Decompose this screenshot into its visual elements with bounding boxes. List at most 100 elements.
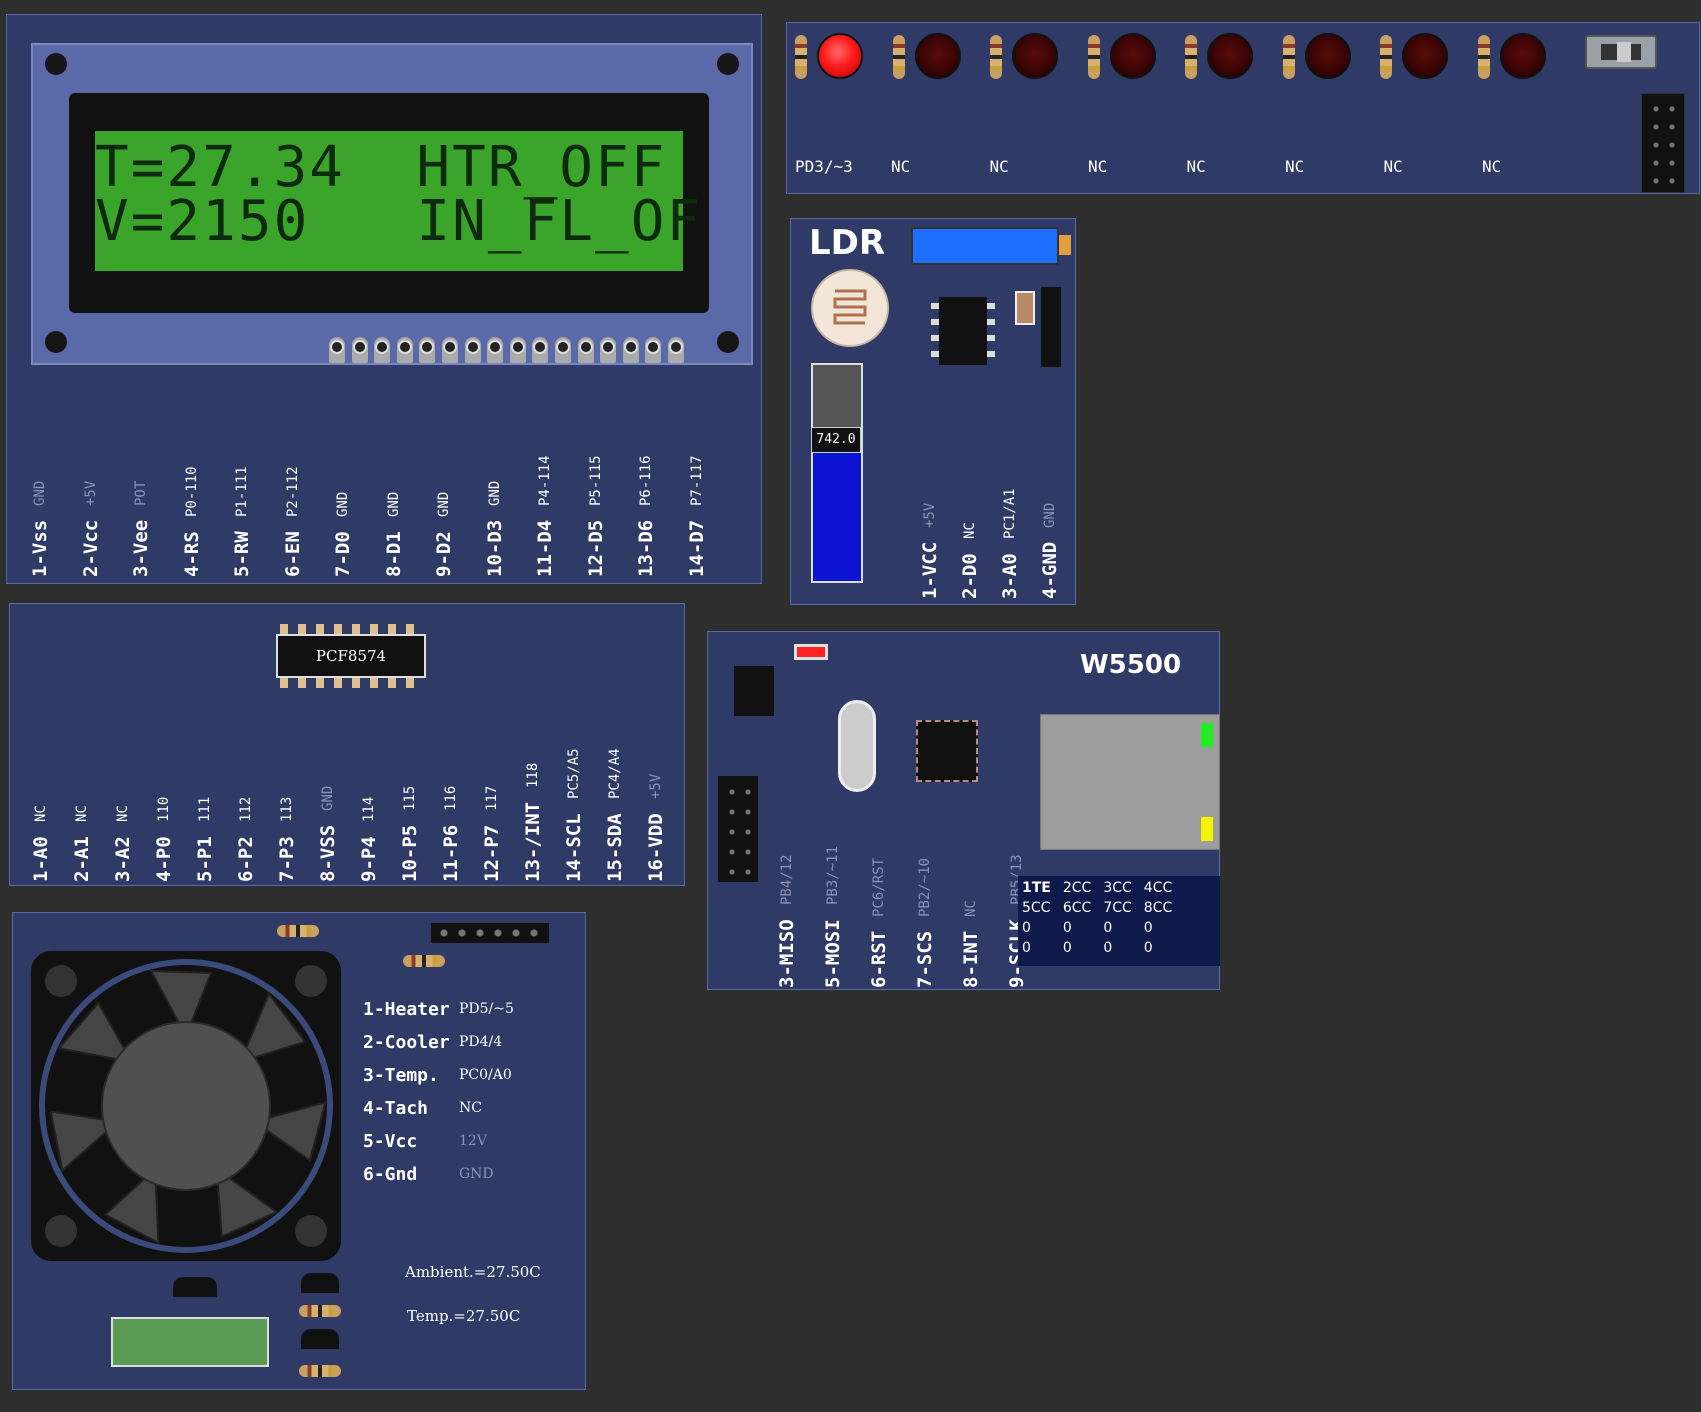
transistor-2 — [301, 1273, 339, 1293]
pin-label: 9-D2 GND — [433, 427, 455, 577]
pin-label: 6-P2 112 — [235, 734, 257, 882]
fan-pin-header — [431, 923, 549, 943]
pin-signal: 110 — [156, 796, 172, 823]
pin-name: 3-A2 — [112, 836, 134, 882]
led-off — [1109, 33, 1156, 79]
pin-label: 1-VCC +5V — [919, 459, 941, 600]
slide-switch[interactable] — [1585, 35, 1657, 69]
fan-pin-signal: GND — [459, 1166, 494, 1182]
w5500-board: W5500 3-MISO PB4/12 5-MOSI PB3/~11 6-RST PC6/… — [707, 631, 1220, 990]
table-cell: 6CC — [1062, 900, 1092, 916]
led-bar-board: PD3/~3 NC NC NC NC NC NC NC — [786, 22, 1700, 194]
crystal-oscillator — [838, 700, 876, 792]
pin-name: 3-Vee — [130, 519, 152, 577]
pin-name: 13-/INT — [522, 801, 544, 882]
led-label: NC — [1186, 157, 1206, 176]
led-resistor — [1380, 35, 1392, 79]
pin-label: 8-D1 GND — [383, 427, 405, 577]
lcd-header-pin — [577, 337, 594, 363]
pin-signal: 116 — [443, 785, 459, 811]
photoresistor-icon — [811, 269, 889, 347]
led-resistor — [1087, 35, 1100, 79]
pin-signal: 112 — [238, 796, 254, 823]
fan-pin-signal: NC — [459, 1100, 482, 1116]
fan-pin-signal: PC0/A0 — [459, 1067, 512, 1083]
pin-label: 7-P3 113 — [276, 734, 298, 882]
pin-label: 4-P0 110 — [153, 734, 175, 882]
fan-resistor-3 — [299, 1305, 341, 1317]
pin-label: 7-SCS PB2/~10 — [914, 828, 936, 988]
ldr-slider[interactable]: 742.0 — [811, 363, 863, 583]
ldr-pin-header — [1041, 287, 1061, 367]
pin-label: 3-Vee POT — [130, 427, 152, 578]
pin-signal: 111 — [197, 796, 213, 823]
status-led-red — [794, 644, 828, 660]
pin-name: 15-SDA — [604, 813, 626, 882]
pin-signal: 118 — [525, 762, 541, 788]
transistor-3 — [301, 1329, 339, 1349]
w5500-register-table: 1TE 2CC 3CC 4CC 5CC 6CC 7CC 8CC 0 0 0 0 0 0 0 0 — [1018, 876, 1220, 966]
fan-pin-list: 1-Heater PD5/~5 2-Cooler PD4/4 3-Temp. PC0/A0… — [363, 999, 583, 1199]
table-cell: 1TE — [1022, 880, 1051, 896]
pin-label: 1-A0 NC — [30, 734, 52, 882]
table-cell: 0 — [1143, 920, 1153, 936]
pin-signal: GND — [385, 491, 402, 518]
pin-label: 11-P6 116 — [440, 734, 462, 883]
w5500-pin-header — [718, 776, 758, 882]
led-label: NC — [1088, 157, 1108, 176]
pin-label: 7-D0 GND — [332, 427, 354, 577]
pin-name: 4-RS — [180, 531, 203, 577]
fan-icon — [31, 951, 341, 1261]
lcd-line-2: V=2150 IN_FL_OF — [95, 189, 703, 254]
pin-name: 2-Vcc — [79, 519, 102, 577]
pin-name: 8-D1 — [382, 531, 405, 577]
pin-label: 13-D6 P6-116 — [635, 427, 657, 577]
pin-signal: GND — [320, 785, 336, 811]
pin-name: 4-GND — [1039, 541, 1061, 599]
pin-name: 10-P5 — [399, 824, 421, 882]
pin-label: 2-D0 NC — [959, 459, 981, 599]
pin-name: 6-EN — [281, 531, 304, 577]
pin-signal: PC6/RST — [871, 857, 887, 917]
led-off — [914, 33, 961, 79]
fan-pin-name: 5-Vcc — [363, 1131, 418, 1152]
pin-label: 12-D5 P5-115 — [585, 427, 607, 577]
pin-label: 3-A0 PC1/A1 — [999, 459, 1021, 599]
pcf-pin-labels: 1-A0 NC 2-A1 NC 3-A2 NC 4-P0 110 5-P1 111 6-P2 112 7… — [30, 734, 686, 882]
lcd-header-pin — [487, 337, 504, 363]
led-off — [1207, 33, 1253, 79]
pin-name: 3-A0 — [999, 553, 1021, 599]
fan-pin-signal: PD4/4 — [459, 1034, 503, 1050]
pin-signal: P0-110 — [183, 466, 200, 518]
ldr-pin-labels: 1-VCC +5V 2-D0 NC 3-A0 PC1/A1 4-GND GND — [919, 459, 1079, 599]
led-label: NC — [891, 157, 911, 176]
lcd-header-pin — [622, 337, 639, 363]
led-off — [1402, 33, 1448, 79]
table-cell: 0 — [1103, 920, 1113, 936]
pin-signal: NC — [33, 805, 49, 823]
pin-label: 2-Vcc +5V — [79, 427, 102, 578]
table-cell: 0 — [1022, 940, 1031, 956]
lcd-board: T=27.34 HTR_OFF V=2150 IN_FL_OF 1-Vss GND… — [6, 14, 762, 584]
pin-signal: 114 — [361, 796, 377, 823]
pin-signal: GND — [1042, 502, 1058, 528]
pin-name: 12-P7 — [481, 824, 503, 882]
table-cell: 2CC — [1062, 880, 1092, 896]
w5500-chip — [916, 720, 978, 782]
pin-label: 8-INT NC — [960, 828, 982, 988]
pin-name: 4-P0 — [153, 836, 175, 882]
pin-name: 1-Vss — [29, 519, 51, 577]
pin-label: 1-Vss GND — [29, 427, 51, 578]
trimmer-potentiometer[interactable] — [911, 227, 1071, 265]
heater-element — [111, 1317, 269, 1367]
led-label: NC — [989, 157, 1009, 176]
rj45-led-yellow — [1201, 817, 1213, 841]
pin-label: 8-VSS GND — [317, 734, 339, 883]
fan-resistor-1 — [277, 925, 319, 937]
lcd-header-pin — [532, 337, 549, 363]
pin-signal: 117 — [484, 785, 500, 811]
led-resistor — [990, 35, 1002, 79]
pin-label: 9-P4 114 — [358, 734, 380, 882]
pin-name: 7-SCS — [914, 930, 936, 988]
lcd-bezel: T=27.34 HTR_OFF V=2150 IN_FL_OF — [69, 93, 709, 313]
